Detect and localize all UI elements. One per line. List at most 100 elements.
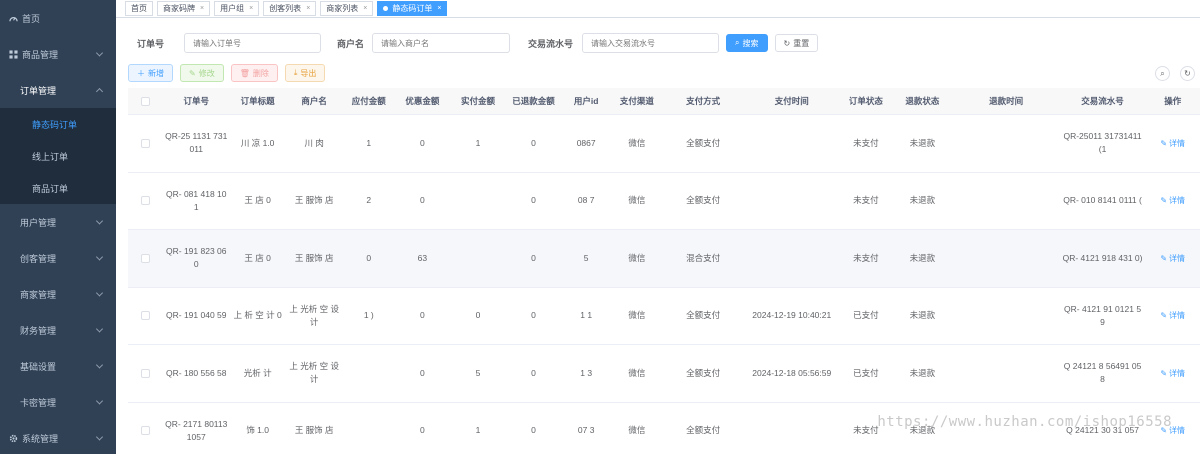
- column-header-pay-method: 支付方式: [686, 95, 721, 106]
- column-header-pay-time: 支付时间: [774, 95, 809, 106]
- column-header-refund-time: 退款时间: [989, 95, 1024, 106]
- sidebar-item-goods[interactable]: 商品管理: [0, 36, 116, 72]
- sidebar-item-makers[interactable]: 创客管理: [0, 240, 116, 276]
- cell-refund-time: [953, 345, 1060, 402]
- tag-home[interactable]: 首页: [125, 1, 153, 16]
- edit-button[interactable]: ✎ 修改: [180, 64, 224, 82]
- table-row[interactable]: QR- 081 418 101 王 店 0 王 服饰 店 2 0 0 08 7 微信 全额支付 未…: [128, 173, 1200, 230]
- detail-link[interactable]: ✎ 详情: [1160, 367, 1185, 380]
- edit-icon: ✎: [1160, 138, 1168, 148]
- sidebar-item-settings-basic[interactable]: 基础设置: [0, 348, 116, 384]
- sidebar-item-system[interactable]: 系统管理: [0, 420, 116, 454]
- chevron-down-icon: [95, 433, 104, 441]
- add-button-label: 新增: [148, 68, 164, 78]
- detail-link[interactable]: ✎ 详情: [1160, 137, 1185, 150]
- cell-order-status: 已支付: [853, 310, 879, 321]
- edit-icon: ✎: [1160, 311, 1168, 321]
- cell-refunded-amount: 0: [531, 425, 536, 436]
- cell-order-status: 未支付: [853, 137, 879, 148]
- txn-no-input[interactable]: [582, 33, 720, 53]
- merchant-input[interactable]: [372, 33, 511, 53]
- tag-merchant-list[interactable]: 商家列表 ×: [320, 1, 374, 16]
- tag-user-group[interactable]: 用户组 ×: [214, 1, 260, 16]
- row-checkbox[interactable]: [141, 196, 151, 206]
- row-checkbox[interactable]: [141, 311, 151, 321]
- close-icon[interactable]: ×: [249, 5, 253, 12]
- cell-order-status: 未支付: [853, 195, 879, 206]
- table-row[interactable]: QR- 191 823 060 王 店 0 王 服饰 店 0 63 0 5 微信 混合支付 未支付…: [128, 230, 1200, 288]
- row-checkbox[interactable]: [141, 253, 151, 263]
- detail-link[interactable]: ✎ 详情: [1160, 194, 1185, 207]
- refresh-icon: ↻: [1184, 69, 1191, 78]
- reset-button-label: 重置: [793, 38, 810, 48]
- sidebar-item-goods-orders[interactable]: 商品订单: [0, 172, 116, 204]
- detail-link-label: 详情: [1169, 196, 1186, 206]
- order-no-input[interactable]: [184, 33, 322, 53]
- column-header-user-id: 用户id: [573, 95, 599, 106]
- reset-button[interactable]: ↻ 重置: [774, 34, 819, 52]
- cell-user-id: 5: [583, 252, 589, 263]
- cell-txn-no: QR- 010 8141 0111 (: [1063, 195, 1142, 206]
- sidebar-item-label: 系统管理: [22, 433, 59, 444]
- close-icon[interactable]: ×: [437, 5, 441, 12]
- sidebar-item-finance[interactable]: 财务管理: [0, 312, 116, 348]
- sidebar-item-orders[interactable]: 订单管理: [0, 72, 116, 108]
- detail-link[interactable]: ✎ 详情: [1160, 252, 1185, 265]
- close-icon[interactable]: ×: [200, 5, 204, 12]
- delete-button[interactable]: 🗑 删除: [230, 64, 278, 82]
- tag-maker-list[interactable]: 创客列表 ×: [263, 1, 317, 16]
- cell-pay-method: 全额支付: [686, 425, 721, 436]
- tag-label: 创客列表: [269, 4, 302, 13]
- cell-user-id: 0867: [576, 137, 596, 148]
- close-icon[interactable]: ×: [306, 5, 310, 12]
- refresh-button[interactable]: ↻: [1180, 66, 1195, 81]
- cell-order-no: QR- 180 556 58: [166, 367, 227, 378]
- cell-order-no: QR- 191 040 59: [166, 310, 227, 321]
- table-row[interactable]: QR-25 1131 731 011 川 凉 1.0 川 肉 1 0 1 0 0867 微信 全…: [128, 115, 1200, 173]
- cell-refund-time: [953, 288, 1060, 345]
- cell-merchant-name: 川 肉: [304, 137, 324, 148]
- detail-link[interactable]: ✎ 详情: [1160, 309, 1185, 322]
- sidebar-item-label: 创客管理: [20, 253, 57, 264]
- cell-discount-amount: 0: [420, 425, 425, 436]
- search-button[interactable]: ⌕ 搜索: [726, 34, 768, 52]
- chevron-down-icon: [95, 325, 104, 333]
- refresh-icon: ↻: [783, 38, 791, 48]
- sidebar-item-label: 财务管理: [20, 325, 57, 336]
- cell-merchant-name: 上 光析 空 设计: [289, 361, 339, 385]
- cell-refund-status: 未退款: [909, 310, 936, 321]
- cell-pay-method: 混合支付: [686, 252, 721, 263]
- txn-no-label: 交易流水号: [528, 38, 574, 49]
- cell-pay-time: [744, 230, 839, 287]
- cell-txn-no: QR- 4121 91 0121 59: [1064, 303, 1142, 327]
- tag-merchant-qr[interactable]: 商家码牌 ×: [157, 1, 211, 16]
- table-row[interactable]: QR- 180 556 58 光析 计 上 光析 空 设计 0 5 0 1 3 微信 全额支付…: [128, 345, 1200, 403]
- sidebar-item-static-qr-orders[interactable]: 静态码订单: [0, 108, 116, 140]
- toggle-search-button[interactable]: ⌕: [1155, 66, 1170, 81]
- sidebar-item-cards[interactable]: 卡密管理: [0, 384, 116, 420]
- export-button[interactable]: ⤓ 导出: [284, 64, 326, 82]
- sidebar-item-home[interactable]: 首页: [0, 0, 116, 36]
- add-button[interactable]: ＋新增: [128, 64, 173, 82]
- sidebar-item-merchants[interactable]: 商家管理: [0, 276, 116, 312]
- row-checkbox[interactable]: [141, 426, 151, 436]
- merchant-label: 商户名: [337, 38, 365, 49]
- cell-payable-amount: 1 ): [363, 310, 374, 321]
- sidebar-item-users[interactable]: 用户管理: [0, 204, 116, 240]
- select-all-checkbox[interactable]: [141, 96, 151, 106]
- close-icon[interactable]: ×: [363, 5, 367, 12]
- edit-icon: ✎: [189, 68, 196, 78]
- watermark-text: https://www.huzhan.com/ishop16558: [877, 414, 1172, 430]
- cell-order-no: QR- 2171 801131057: [165, 418, 228, 442]
- cell-order-title: 王 店 0: [244, 195, 271, 206]
- row-checkbox[interactable]: [141, 368, 151, 378]
- tag-static-qr-orders[interactable]: 静态码订单 ×: [377, 1, 448, 16]
- table-row[interactable]: QR- 191 040 59 上 析 空 计 0 上 光析 空 设计 1 ) 0 0 0 1 …: [128, 288, 1200, 345]
- edit-icon: ✎: [1160, 253, 1168, 263]
- column-header-txn-no: 交易流水号: [1081, 95, 1124, 106]
- sidebar-item-online-orders[interactable]: 线上订单: [0, 140, 116, 172]
- row-checkbox[interactable]: [141, 138, 151, 148]
- detail-link-label: 详情: [1169, 311, 1186, 321]
- cell-payable-amount: 2: [366, 195, 372, 206]
- cell-txn-no: QR- 4121 918 431 0): [1062, 252, 1143, 263]
